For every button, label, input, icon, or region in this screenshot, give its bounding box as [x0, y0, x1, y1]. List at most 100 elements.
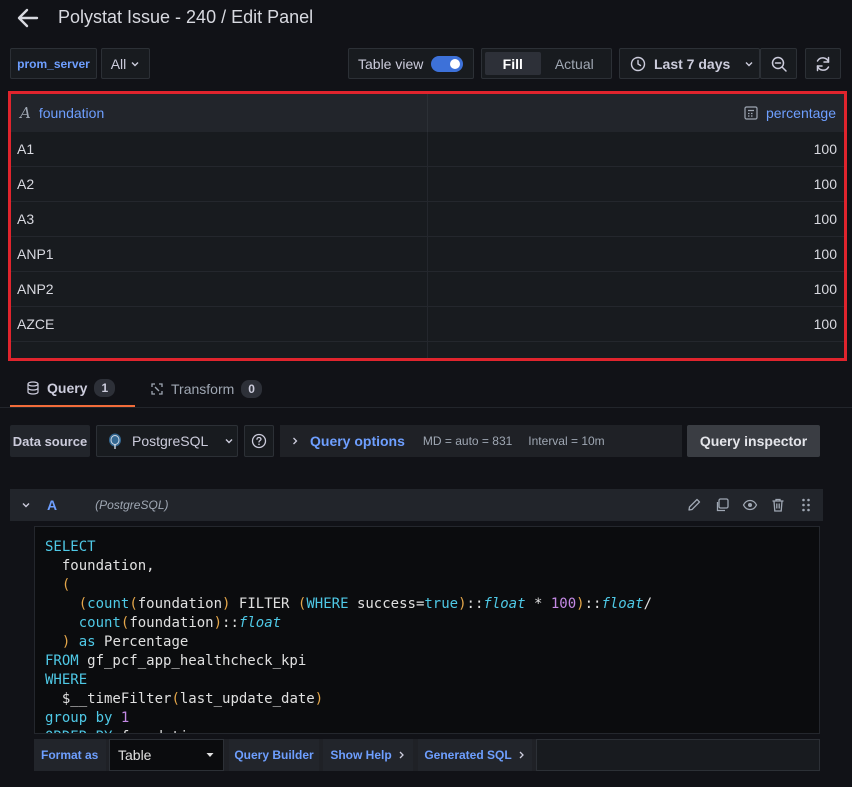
page-title: Polystat Issue - 240 / Edit Panel — [58, 7, 314, 27]
code-line: count(foundation)::float — [78, 615, 282, 631]
text-type-icon: A — [20, 104, 31, 122]
actual-option[interactable]: Actual — [541, 52, 608, 75]
chevron-down-icon[interactable] — [21, 500, 31, 510]
code-line: group by 1 — [45, 710, 130, 726]
variable-value: All — [110, 55, 127, 72]
table-view-toggle[interactable]: Table view — [348, 48, 474, 79]
query-options-label: Query options — [310, 433, 405, 449]
question-circle-icon — [251, 433, 267, 449]
table-row: ANP1 100 — [11, 237, 844, 272]
toggle-switch[interactable] — [431, 55, 464, 72]
tab-label: Query — [47, 379, 88, 396]
chevron-down-icon — [131, 61, 139, 66]
tab-count-badge: 0 — [241, 380, 262, 398]
generated-sql-button[interactable]: Generated SQL — [418, 739, 532, 771]
query-name[interactable]: A — [47, 497, 57, 513]
code-line: $__timeFilter(last_update_date) — [45, 691, 324, 707]
table-cell — [428, 342, 844, 358]
table-view-label: Table view — [358, 55, 424, 72]
query-options-toggle[interactable]: Query options MD = auto = 831 Interval =… — [280, 425, 682, 457]
code-line: ) as Percentage — [45, 634, 189, 650]
table-cell: A2 — [11, 167, 428, 201]
chevron-down-icon — [225, 439, 233, 444]
table-cell: 100 — [813, 246, 837, 262]
fill-option[interactable]: Fill — [485, 52, 541, 75]
variable-label: prom_server — [10, 48, 97, 79]
tab-transform[interactable]: Transform 0 — [150, 370, 262, 408]
query-builder-button[interactable]: Query Builder — [229, 739, 319, 771]
eye-icon[interactable] — [741, 496, 759, 514]
table-row: A3 100 — [11, 202, 844, 237]
table-row: AZCE 100 — [11, 307, 844, 342]
format-as-label: Format as — [34, 739, 106, 771]
format-as-value: Table — [118, 747, 152, 763]
code-line: WHERE — [45, 672, 88, 688]
chevron-right-icon — [399, 751, 404, 759]
table-cell: 100 — [813, 211, 837, 227]
help-button[interactable] — [244, 425, 274, 457]
column-header-label: percentage — [765, 105, 836, 121]
arrow-left-icon — [17, 8, 39, 28]
caret-down-icon — [206, 753, 214, 757]
interval-info: Interval = 10m — [528, 434, 605, 448]
code-line: (count(foundation) FILTER (WHERE success… — [78, 596, 653, 612]
variable-select[interactable]: All — [101, 48, 150, 79]
table-cell: A3 — [11, 202, 428, 236]
trash-icon[interactable] — [769, 496, 787, 514]
table-cell: 100 — [813, 316, 837, 332]
column-header-percentage[interactable]: percentage — [428, 94, 844, 132]
table-cell: ANP2 — [11, 272, 428, 306]
transform-icon — [151, 383, 163, 395]
generated-sql-label: Generated SQL — [424, 748, 512, 762]
code-line: FROM gf_pcf_app_healthcheck_kpi — [45, 653, 307, 669]
table-cell — [11, 342, 428, 358]
query-datasource: (PostgreSQL) — [95, 498, 169, 512]
data-source-select[interactable]: PostgreSQL — [96, 425, 238, 457]
table-row: A1 100 — [11, 132, 844, 167]
table-row: A2 100 — [11, 167, 844, 202]
zoom-out-icon — [771, 56, 787, 72]
data-source-label: Data source — [10, 425, 90, 457]
fill-actual-switch: Fill Actual — [481, 48, 612, 79]
max-data-points-info: MD = auto = 831 — [422, 434, 513, 448]
table-cell: ANP1 — [11, 237, 428, 271]
query-inspector-button[interactable]: Query inspector — [687, 425, 820, 457]
code-line: ORDER BY foundation — [45, 728, 819, 733]
column-header-label: foundation — [38, 105, 105, 121]
calculator-icon — [744, 106, 758, 120]
table-row: ANP2 100 — [11, 272, 844, 307]
show-help-button[interactable]: Show Help — [323, 739, 413, 771]
code-line: ( — [45, 577, 71, 593]
tab-query[interactable]: Query 1 — [10, 370, 135, 408]
tab-label: Transform — [171, 381, 235, 397]
chevron-down-icon — [745, 61, 753, 66]
table-row — [11, 342, 844, 358]
column-header-foundation[interactable]: A foundation — [11, 94, 428, 132]
chevron-right-icon — [293, 437, 298, 445]
table-panel: A foundation percentage A1 100 A2 100 A3… — [8, 91, 847, 361]
show-help-label: Show Help — [330, 748, 392, 762]
chevron-right-icon — [519, 751, 524, 759]
refresh-button[interactable] — [805, 48, 841, 79]
zoom-out-button[interactable] — [760, 48, 797, 79]
format-as-select[interactable]: Table — [109, 739, 224, 771]
edit-icon[interactable] — [685, 496, 703, 514]
refresh-icon — [816, 56, 830, 71]
back-button[interactable] — [14, 6, 42, 30]
drag-handle-icon[interactable] — [797, 496, 815, 514]
clock-icon — [630, 56, 646, 71]
table-cell: 100 — [813, 281, 837, 297]
tab-divider — [0, 407, 852, 408]
table-header: A foundation percentage — [11, 94, 844, 132]
time-range-picker[interactable]: Last 7 days — [619, 48, 760, 79]
data-source-value: PostgreSQL — [132, 433, 209, 449]
table-cell: A1 — [11, 132, 428, 166]
database-icon — [27, 380, 39, 395]
sql-editor[interactable]: SELECT foundation, ( (count(foundation) … — [34, 526, 820, 734]
bottom-bar-spacer — [536, 739, 820, 771]
postgresql-icon — [109, 433, 121, 449]
table-cell: 100 — [813, 176, 837, 192]
duplicate-icon[interactable] — [713, 496, 731, 514]
query-actions — [685, 489, 815, 521]
query-row-header: A (PostgreSQL) — [10, 489, 823, 521]
